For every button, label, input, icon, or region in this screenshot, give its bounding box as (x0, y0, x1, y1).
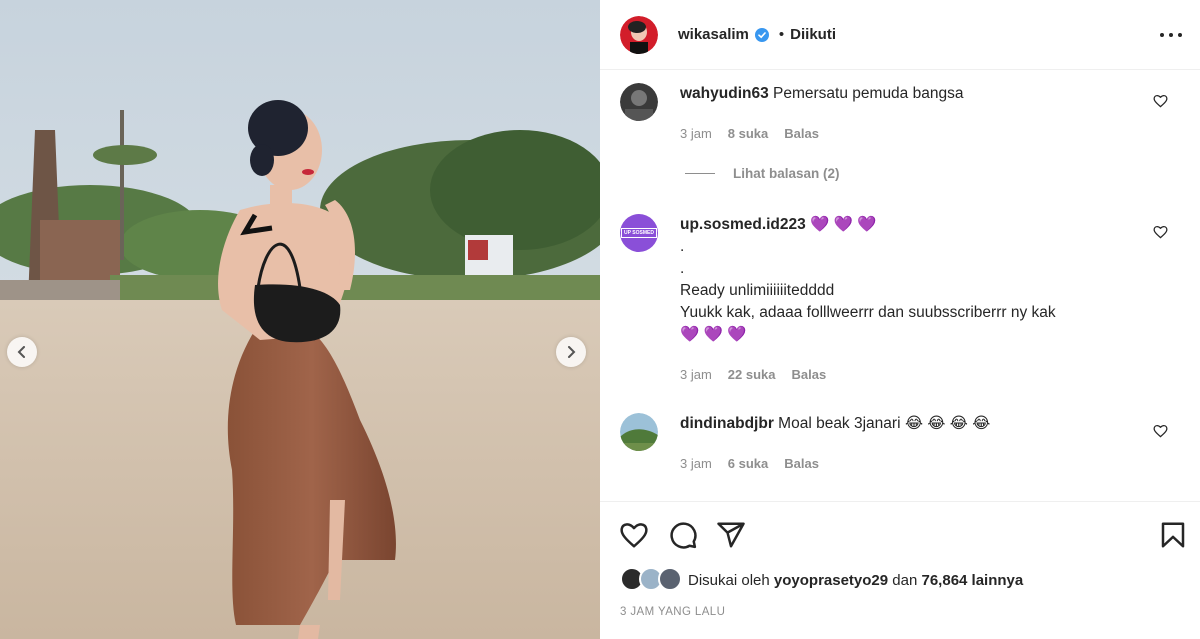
post-photo (0, 0, 600, 639)
comment-meta: 3 jam 22 suka Balas (680, 367, 826, 382)
reply-button[interactable]: Balas (784, 456, 819, 471)
liker-avatar (658, 567, 682, 591)
commenter-avatar[interactable]: UP SOSMED (620, 214, 658, 252)
author-username[interactable]: wikasalim (678, 26, 749, 43)
author-avatar[interactable] (620, 15, 658, 54)
comment-text: up.sosmed.id223 💜 💜 💜 . . Ready unlimiii… (680, 214, 1160, 346)
comment-likes[interactable]: 22 suka (728, 367, 776, 382)
comment-time: 3 jam (680, 367, 712, 382)
purple-hearts: 💜 💜 💜 (810, 216, 877, 233)
post-media[interactable] (0, 0, 600, 639)
comment-icon[interactable] (668, 520, 698, 550)
commenter-avatar[interactable] (620, 413, 658, 451)
comment-text: wahyudin63 Pemersatu pemuda bangsa (680, 83, 1160, 105)
commenter-username[interactable]: wahyudin63 (680, 85, 769, 102)
comment-likes[interactable]: 6 suka (728, 456, 768, 471)
verified-badge-icon (754, 27, 769, 42)
commenter-username[interactable]: up.sosmed.id223 (680, 216, 806, 233)
comment-text: dindinabdjbr Moal beak 3janari 😂 😂 😂 😂 (680, 413, 1160, 435)
avatar-logo-text: UP SOSMED (621, 228, 657, 238)
comment-line: . (680, 260, 685, 277)
comment-time: 3 jam (680, 126, 712, 141)
liked-by: Disukai oleh yoyoprasetyo29 dan 76,864 l… (620, 567, 1023, 593)
comment-line: Yuukk kak, adaaa folllweerrr dan suubssc… (680, 304, 1056, 321)
comment-like-heart-icon[interactable] (1153, 225, 1168, 239)
commenter-username[interactable]: dindinabdjbr (680, 415, 774, 432)
comment-line: . (680, 238, 685, 255)
liked-by-joiner: dan (892, 571, 918, 589)
comment-line: Ready unlimiiiiiitedddd (680, 282, 835, 299)
more-options-icon[interactable] (1160, 25, 1182, 45)
view-replies-button[interactable]: Lihat balasan (2) (685, 166, 840, 181)
comment-like-heart-icon[interactable] (1153, 424, 1168, 438)
next-photo-button[interactable] (556, 337, 586, 367)
likes-count[interactable]: 76,864 lainnya (922, 572, 1024, 589)
post-header: wikasalim • Diikuti (600, 0, 1200, 70)
reply-button[interactable]: Balas (784, 126, 819, 141)
chevron-right-icon (568, 346, 576, 358)
post-actions (600, 501, 1200, 549)
heart-icon[interactable] (619, 520, 649, 550)
comment-time: 3 jam (680, 456, 712, 471)
reply-button[interactable]: Balas (792, 367, 827, 382)
purple-hearts: 💜 💜 💜 (680, 326, 747, 343)
comment-meta: 3 jam 6 suka Balas (680, 456, 819, 471)
liked-by-user[interactable]: yoyoprasetyo29 (774, 572, 888, 589)
post-timestamp[interactable]: 3 JAM YANG LALU (620, 606, 725, 618)
chevron-left-icon (17, 346, 25, 358)
comment-meta: 3 jam 8 suka Balas (680, 126, 819, 141)
comment-likes[interactable]: 8 suka (728, 126, 768, 141)
view-replies-label: Lihat balasan (2) (733, 166, 840, 181)
comment-content: Pemersatu pemuda bangsa (773, 85, 964, 102)
post-panel: wikasalim • Diikuti wahyudin63 Pemersatu… (600, 0, 1200, 639)
previous-photo-button[interactable] (7, 337, 37, 367)
liked-by-prefix: Disukai oleh (688, 571, 770, 589)
liker-avatars (620, 567, 682, 593)
comment-content: Moal beak 3janari 😂 😂 😂 😂 (778, 415, 991, 432)
replies-line (685, 173, 715, 174)
commenter-avatar[interactable] (620, 83, 658, 121)
share-icon[interactable] (716, 520, 746, 550)
bookmark-icon[interactable] (1158, 520, 1188, 550)
separator-dot: • (778, 26, 785, 43)
following-button[interactable]: Diikuti (790, 26, 836, 43)
comment-like-heart-icon[interactable] (1153, 94, 1168, 108)
